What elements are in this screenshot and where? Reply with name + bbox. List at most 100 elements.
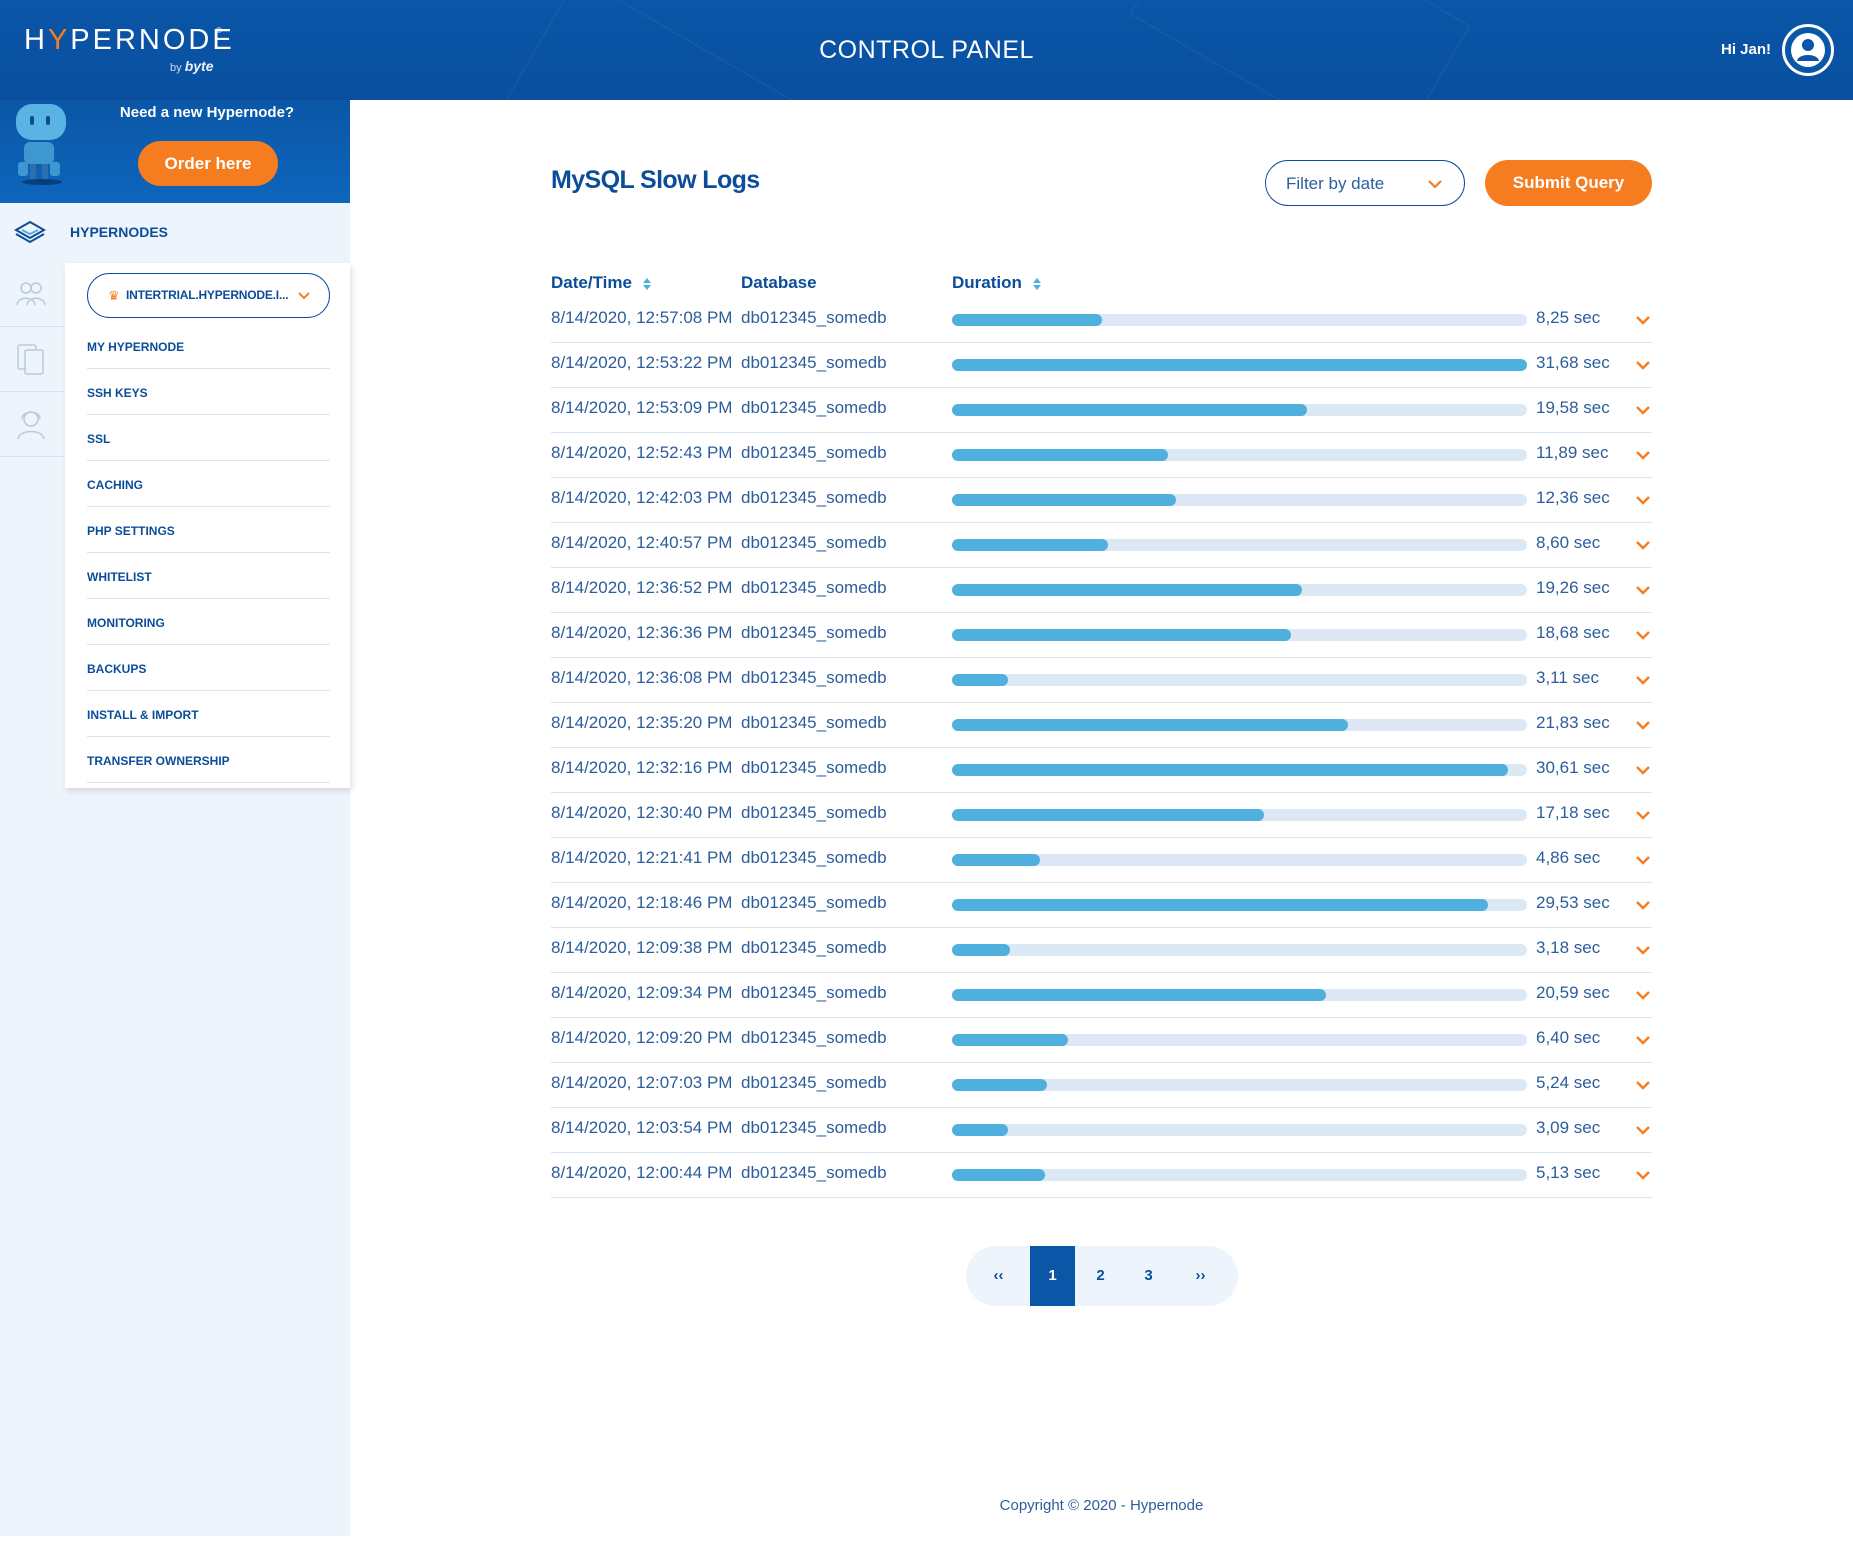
chevron-down-icon[interactable] xyxy=(1634,674,1652,688)
pagination-page[interactable]: 3 xyxy=(1126,1246,1171,1306)
table-row[interactable]: 8/14/2020, 12:03:54 PM db012345_somedb 3,0… xyxy=(551,1108,1652,1153)
hypernode-selector[interactable]: ♛ INTERTRIAL.HYPERNODE.I... xyxy=(87,273,330,318)
submenu-item[interactable]: PHP SETTINGS xyxy=(87,507,330,553)
pagination-page[interactable]: 2 xyxy=(1078,1246,1123,1306)
submenu-item-label: MONITORING xyxy=(87,616,165,630)
duration-bar-fill xyxy=(952,1169,1046,1181)
rail-users[interactable] xyxy=(0,263,64,327)
cell-duration: 18,68 sec xyxy=(1536,623,1610,642)
duration-bar-track xyxy=(952,1079,1527,1091)
table-row[interactable]: 8/14/2020, 12:36:36 PM db012345_somedb 18,… xyxy=(551,613,1652,658)
cell-duration: 29,53 sec xyxy=(1536,893,1610,912)
cell-datetime: 8/14/2020, 12:35:20 PM xyxy=(551,713,733,732)
chevron-down-icon[interactable] xyxy=(1634,359,1652,373)
pagination-page[interactable]: 1 xyxy=(1030,1246,1075,1306)
chevron-down-icon[interactable] xyxy=(1634,1169,1652,1183)
submenu-item[interactable]: MY HYPERNODE xyxy=(87,323,330,369)
table-row[interactable]: 8/14/2020, 12:07:03 PM db012345_somedb 5,2… xyxy=(551,1063,1652,1108)
submenu-item[interactable]: BACKUPS xyxy=(87,645,330,691)
pagination-first[interactable]: ‹‹ xyxy=(976,1246,1021,1306)
table-row[interactable]: 8/14/2020, 12:09:20 PM db012345_somedb 6,4… xyxy=(551,1018,1652,1063)
support-agent-icon xyxy=(17,411,45,440)
cell-database: db012345_somedb xyxy=(741,443,887,462)
table-row[interactable]: 8/14/2020, 12:21:41 PM db012345_somedb 4,8… xyxy=(551,838,1652,883)
cell-database: db012345_somedb xyxy=(741,758,887,777)
submenu-item[interactable]: SSL xyxy=(87,415,330,461)
chevron-down-icon[interactable] xyxy=(1634,584,1652,598)
chevron-down-icon[interactable] xyxy=(1634,989,1652,1003)
chevron-down-icon[interactable] xyxy=(1634,449,1652,463)
chevron-down-icon[interactable] xyxy=(1634,1079,1652,1093)
cell-datetime: 8/14/2020, 12:42:03 PM xyxy=(551,488,733,507)
cell-datetime: 8/14/2020, 12:36:08 PM xyxy=(551,668,733,687)
order-button[interactable]: Order here xyxy=(138,141,278,186)
submenu-item[interactable]: MONITORING xyxy=(87,599,330,645)
chevron-down-icon[interactable] xyxy=(1634,809,1652,823)
nav-hypernodes[interactable]: HYPERNODES xyxy=(0,203,350,263)
page-title: MySQL Slow Logs xyxy=(551,166,760,194)
chevron-down-icon[interactable] xyxy=(1634,854,1652,868)
chevron-down-icon[interactable] xyxy=(1634,1034,1652,1048)
sort-icon xyxy=(642,277,651,290)
table-row[interactable]: 8/14/2020, 12:09:34 PM db012345_somedb 20,… xyxy=(551,973,1652,1018)
table-row[interactable]: 8/14/2020, 12:09:38 PM db012345_somedb 3,1… xyxy=(551,928,1652,973)
table-row[interactable]: 8/14/2020, 12:36:52 PM db012345_somedb 19,… xyxy=(551,568,1652,613)
cell-datetime: 8/14/2020, 12:40:57 PM xyxy=(551,533,733,552)
cell-database: db012345_somedb xyxy=(741,398,887,417)
duration-bar-fill xyxy=(952,629,1292,641)
table-row[interactable]: 8/14/2020, 12:53:09 PM db012345_somedb 19,… xyxy=(551,388,1652,433)
column-header-database: Database xyxy=(741,273,817,292)
submenu-item[interactable]: CACHING xyxy=(87,461,330,507)
chevron-down-icon[interactable] xyxy=(1634,494,1652,508)
rail-support[interactable] xyxy=(0,393,64,457)
table-row[interactable]: 8/14/2020, 12:00:44 PM db012345_somedb 5,1… xyxy=(551,1153,1652,1198)
chevron-down-icon[interactable] xyxy=(1634,944,1652,958)
cell-database: db012345_somedb xyxy=(741,1028,887,1047)
chevron-down-icon[interactable] xyxy=(1634,899,1652,913)
duration-bar-track xyxy=(952,449,1527,461)
user-circle-icon[interactable] xyxy=(1782,24,1834,76)
submenu-item[interactable]: SSH KEYS xyxy=(87,369,330,415)
rail-documents[interactable] xyxy=(0,328,64,392)
chevron-down-icon[interactable] xyxy=(1634,1124,1652,1138)
pagination-last[interactable]: ›› xyxy=(1178,1246,1223,1306)
sidebar: Need a new Hypernode? Order here HYPERNO… xyxy=(0,100,350,1536)
cell-datetime: 8/14/2020, 12:03:54 PM xyxy=(551,1118,733,1137)
submenu-item[interactable]: TRANSFER OWNERSHIP xyxy=(87,737,330,783)
cell-database: db012345_somedb xyxy=(741,1073,887,1092)
cell-database: db012345_somedb xyxy=(741,353,887,372)
chevron-down-icon[interactable] xyxy=(1634,539,1652,553)
chevron-down-icon[interactable] xyxy=(1634,404,1652,418)
chevron-down-icon[interactable] xyxy=(1634,764,1652,778)
duration-bar-fill xyxy=(952,809,1264,821)
cell-datetime: 8/14/2020, 12:36:36 PM xyxy=(551,623,733,642)
column-header-datetime[interactable]: Date/Time xyxy=(551,273,652,293)
table-row[interactable]: 8/14/2020, 12:35:20 PM db012345_somedb 21,… xyxy=(551,703,1652,748)
duration-bar-track xyxy=(952,944,1527,956)
table-row[interactable]: 8/14/2020, 12:18:46 PM db012345_somedb 29,… xyxy=(551,883,1652,928)
cell-duration: 8,25 sec xyxy=(1536,308,1601,327)
submit-query-button[interactable]: Submit Query xyxy=(1485,160,1652,206)
table-row[interactable]: 8/14/2020, 12:52:43 PM db012345_somedb 11,… xyxy=(551,433,1652,478)
date-filter-dropdown[interactable]: Filter by date xyxy=(1265,160,1465,206)
cell-duration: 3,11 sec xyxy=(1536,668,1600,687)
table-row[interactable]: 8/14/2020, 12:57:08 PM db012345_somedb 8,2… xyxy=(551,298,1652,343)
submenu-item[interactable]: INSTALL & IMPORT xyxy=(87,691,330,737)
top-bar: HYPERNODE ® by byte CONTROL PANEL Hi Jan… xyxy=(0,0,1853,100)
chevron-down-icon[interactable] xyxy=(1634,314,1652,328)
chevron-down-icon xyxy=(298,292,310,300)
chevron-down-icon[interactable] xyxy=(1634,719,1652,733)
cell-datetime: 8/14/2020, 12:09:38 PM xyxy=(551,938,733,957)
table-row[interactable]: 8/14/2020, 12:36:08 PM db012345_somedb 3,1… xyxy=(551,658,1652,703)
table-row[interactable]: 8/14/2020, 12:30:40 PM db012345_somedb 17,… xyxy=(551,793,1652,838)
hypernode-selector-value: INTERTRIAL.HYPERNODE.I... xyxy=(126,288,289,302)
table-row[interactable]: 8/14/2020, 12:32:16 PM db012345_somedb 30,… xyxy=(551,748,1652,793)
table-row[interactable]: 8/14/2020, 12:42:03 PM db012345_somedb 12,… xyxy=(551,478,1652,523)
table-row[interactable]: 8/14/2020, 12:40:57 PM db012345_somedb 8,6… xyxy=(551,523,1652,568)
chevron-down-icon[interactable] xyxy=(1634,629,1652,643)
submenu-item[interactable]: WHITELIST xyxy=(87,553,330,599)
page-heading: CONTROL PANEL xyxy=(819,36,1034,64)
column-header-duration[interactable]: Duration xyxy=(952,273,1042,293)
cell-database: db012345_somedb xyxy=(741,488,887,507)
table-row[interactable]: 8/14/2020, 12:53:22 PM db012345_somedb 31,… xyxy=(551,343,1652,388)
